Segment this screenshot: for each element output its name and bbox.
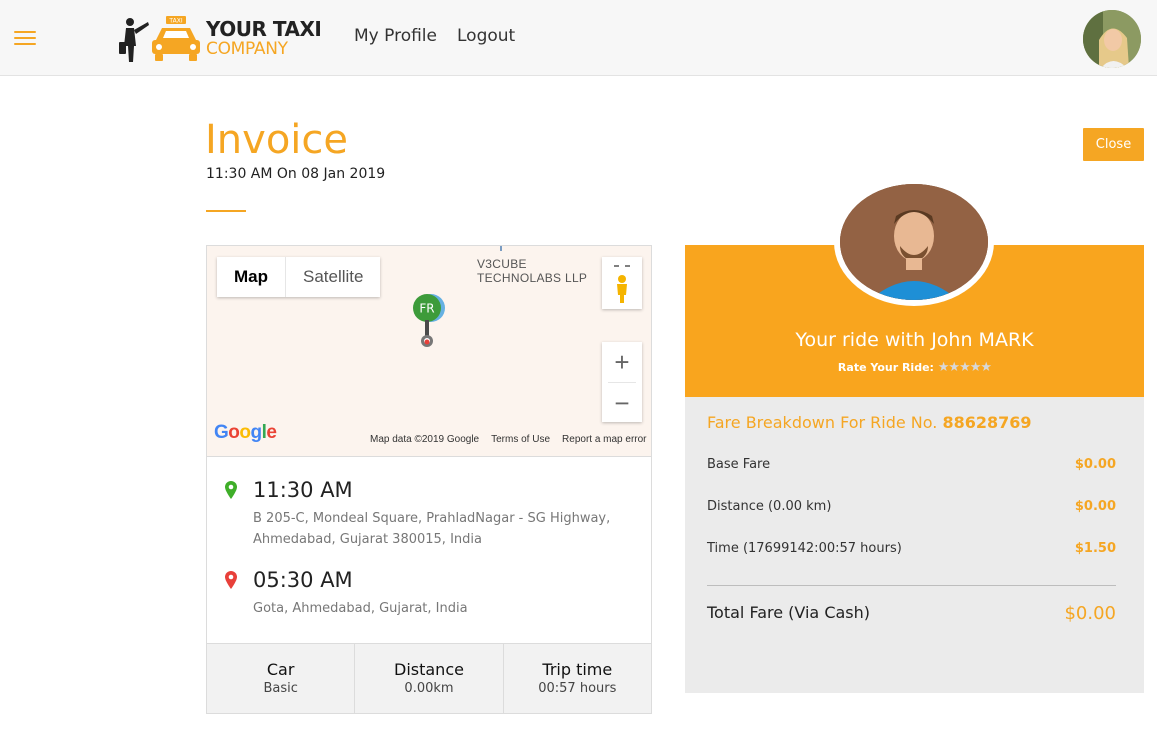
svg-text:FR: FR: [419, 302, 434, 316]
close-button[interactable]: Close: [1083, 128, 1144, 161]
driver-avatar: [834, 178, 994, 306]
svg-text:TAXI: TAXI: [168, 18, 182, 25]
stat-distance: Distance 0.00km: [355, 644, 504, 713]
taxi-logo-icon: TAXI: [119, 16, 200, 62]
trip-card: Map Satellite V3CUBE TECHNOLABS LLP + −: [206, 245, 652, 714]
map-type-satellite[interactable]: Satellite: [286, 257, 380, 297]
map-poi-label: V3CUBE TECHNOLABS LLP: [477, 257, 588, 285]
map-data-credit: Map data ©2019 Google: [370, 434, 480, 445]
driver-band: Your ride with John MARK Rate Your Ride:…: [685, 178, 1144, 397]
top-nav: My Profile Logout: [354, 26, 515, 46]
user-avatar-image: [1083, 10, 1141, 68]
invoice-datetime: 11:30 AM On 08 Jan 2019: [206, 166, 386, 182]
logo-text-line1: YOUR TAXI: [206, 16, 322, 41]
map-report-link[interactable]: Report a map error: [562, 434, 646, 445]
street-view-pegman[interactable]: [602, 257, 642, 309]
total-value: $0.00: [1064, 603, 1116, 624]
stat-trip-time: Trip time 00:57 hours: [538, 660, 617, 696]
user-avatar[interactable]: [1083, 10, 1141, 68]
total-label: Total Fare (Via Cash): [707, 603, 871, 622]
zoom-in-button[interactable]: +: [602, 342, 642, 382]
page-title: Invoice: [205, 117, 349, 163]
pickup-time: 11:30 AM: [253, 478, 353, 502]
route-map[interactable]: Map Satellite V3CUBE TECHNOLABS LLP + −: [207, 246, 651, 457]
map-footer: Map data ©2019 Google Terms of Use Repor…: [370, 434, 647, 445]
stat-car: Car Basic: [207, 644, 356, 713]
map-type-control: Map Satellite: [217, 257, 381, 297]
google-logo: Google: [214, 422, 277, 443]
driver-name-heading: Your ride with John MARK: [795, 329, 1034, 351]
map-terms-link[interactable]: Terms of Use: [491, 434, 550, 445]
dropoff-pin-icon: [225, 571, 237, 589]
nav-my-profile[interactable]: My Profile: [354, 26, 437, 46]
company-logo[interactable]: TAXI YOUR TAXI COMPANY: [118, 12, 322, 64]
pickup-address: B 205-C, Mondeal Square, PrahladNagar - …: [253, 511, 611, 547]
driver-photo: [840, 184, 988, 300]
fare-row-time: Time (17699142:00:57 hours) $1.50: [707, 541, 1116, 556]
rate-your-ride: Rate Your Ride: ★★★★★: [837, 360, 992, 375]
map-type-map[interactable]: Map: [217, 257, 286, 297]
fare-row-distance: Distance (0.00 km) $0.00: [707, 499, 1116, 514]
logo-text-line2: COMPANY: [206, 38, 288, 59]
fare-breakdown-title: Fare Breakdown For Ride No. 88628769: [707, 413, 1032, 432]
pegman-icon: [614, 265, 630, 303]
dropoff-address: Gota, Ahmedabad, Gujarat, India: [253, 601, 468, 616]
nav-logout[interactable]: Logout: [457, 26, 515, 46]
top-bar: TAXI YOUR TAXI COMPANY My Profile Logout: [0, 0, 1157, 76]
zoom-out-button[interactable]: −: [602, 383, 642, 423]
zoom-control: + −: [602, 342, 642, 422]
fare-divider: [707, 585, 1116, 586]
menu-icon[interactable]: [14, 31, 36, 45]
fare-breakdown: Fare Breakdown For Ride No. 88628769 Bas…: [685, 397, 1144, 693]
rating-stars[interactable]: ★★★★★: [938, 360, 992, 375]
pickup-pin-icon: [225, 481, 237, 499]
title-underline: [206, 210, 246, 212]
trip-stats: Car Basic Distance 0.00km Trip time 00:5…: [207, 643, 651, 713]
fare-card: Your ride with John MARK Rate Your Ride:…: [685, 178, 1144, 693]
fare-row-base: Base Fare $0.00: [707, 457, 1116, 472]
fare-total: Total Fare (Via Cash) $0.00: [707, 603, 1116, 624]
dropoff-time: 05:30 AM: [253, 568, 353, 592]
map-marker-icon[interactable]: FR: [412, 292, 446, 352]
